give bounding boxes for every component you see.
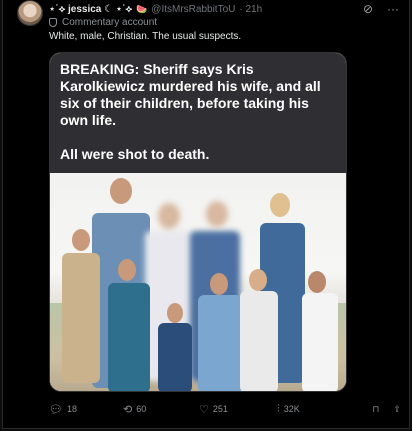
account-label: Commentary account — [49, 15, 157, 29]
author-handle[interactable]: @ItsMrsRabbitToU — [151, 4, 235, 15]
photo-figure — [302, 293, 338, 391]
repost-button[interactable]: ⟲ 60 — [123, 403, 199, 416]
photo-figure — [240, 291, 278, 391]
photo-face-blurred — [158, 203, 180, 229]
post-header: ⋆˙⟡ jessica ☾ ⋆˙⟡ 🍉 @ItsMrsRabbitToU · 2… — [49, 2, 399, 16]
bookmark-icon[interactable]: ⊓ — [372, 404, 379, 415]
photo-face — [308, 271, 326, 293]
reply-count: 18 — [66, 404, 77, 414]
view-count: 32K — [283, 404, 300, 414]
views-button[interactable]: ⫶ 32K — [277, 403, 355, 416]
photo-face — [110, 178, 132, 204]
headline-graphic: BREAKING: Sheriff says Kris Karolkiewicz… — [50, 53, 346, 173]
post-media[interactable]: BREAKING: Sheriff says Kris Karolkiewicz… — [49, 52, 347, 392]
avatar[interactable] — [17, 0, 43, 26]
author-emoji: 🍉 — [136, 3, 148, 14]
action-bar: 💬︎ 18 ⟲ 60 ♡ 251 ⫶ 32K ⊓ ⇪ — [49, 402, 401, 416]
photo-face-blurred — [206, 201, 228, 227]
photo-figure — [158, 323, 192, 391]
photo-face — [270, 193, 290, 217]
photo-figure — [62, 253, 100, 383]
family-photo — [50, 173, 346, 391]
action-bar-right: ⊓ ⇪ — [372, 404, 401, 415]
account-label-text: Commentary account — [62, 16, 158, 28]
like-button[interactable]: ♡ 251 — [199, 403, 277, 416]
share-icon[interactable]: ⇪ — [393, 404, 401, 415]
reply-button[interactable]: 💬︎ 18 — [49, 403, 123, 416]
headline-main: BREAKING: Sheriff says Kris Karolkiewicz… — [60, 61, 321, 128]
headline-sub: All were shot to death. — [60, 146, 210, 162]
post-text: White, male, Christian. The usual suspec… — [49, 31, 242, 42]
repost-count: 60 — [136, 404, 147, 414]
like-count: 251 — [212, 404, 228, 414]
photo-face — [210, 273, 228, 295]
reply-icon: 💬︎ — [49, 403, 63, 416]
grok-icon[interactable]: ⊘ — [363, 2, 373, 16]
post-time[interactable]: · 21h — [239, 4, 262, 15]
author-name[interactable]: ⋆˙⟡ jessica ☾ ⋆˙⟡ — [49, 4, 132, 15]
photo-figure — [108, 283, 150, 391]
repost-icon: ⟲ — [123, 403, 133, 416]
photo-face — [118, 259, 136, 281]
photo-face — [249, 269, 267, 291]
heart-icon: ♡ — [199, 403, 209, 416]
post-card[interactable]: ⋆˙⟡ jessica ☾ ⋆˙⟡ 🍉 @ItsMrsRabbitToU · 2… — [2, 0, 410, 429]
views-icon: ⫶ — [277, 402, 280, 415]
more-options-icon[interactable]: ··· — [387, 2, 399, 16]
shield-icon — [49, 17, 57, 27]
photo-face — [167, 303, 183, 323]
photo-face — [72, 229, 90, 251]
photo-figure — [198, 295, 242, 391]
header-icons: ⊘ ··· — [363, 2, 399, 16]
